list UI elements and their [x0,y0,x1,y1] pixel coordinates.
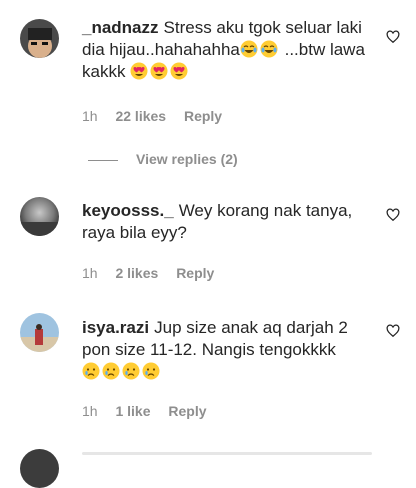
heart-eyes-emoji-icon [150,62,168,80]
comment-time: 1h [82,265,98,281]
tears-of-joy-emoji-icon [260,40,278,58]
heart-eyes-emoji-icon [170,62,188,80]
avatar[interactable] [20,313,59,352]
comment-text: keyoosss._ Wey korang nak tanya, raya bil… [82,200,372,244]
comment-username[interactable]: keyoosss._ [82,201,174,220]
comment-time: 1h [82,108,98,124]
comment-meta: 1h 2 likes Reply [82,265,228,281]
reply-button[interactable]: Reply [176,265,214,281]
crying-face-emoji-icon [82,362,100,380]
crying-face-emoji-icon [142,362,160,380]
reply-button[interactable]: Reply [168,403,206,419]
comment-meta: 1h 1 like Reply [82,403,221,419]
tears-of-joy-emoji-icon [240,40,258,58]
comment-time: 1h [82,403,98,419]
comment-username[interactable]: _nadnazz [82,18,159,37]
comment-text: _nadnazz Stress aku tgok seluar laki dia … [82,17,372,83]
avatar[interactable] [20,19,59,58]
avatar[interactable] [20,449,59,488]
avatar[interactable] [20,197,59,236]
divider [88,159,118,161]
crying-face-emoji-icon [122,362,140,380]
view-replies-button[interactable]: View replies (2) [88,151,238,167]
like-heart-icon[interactable] [386,30,400,44]
heart-eyes-emoji-icon [130,62,148,80]
comment-username[interactable]: isya.razi [82,318,149,337]
reply-button[interactable]: Reply [184,108,222,124]
crying-face-emoji-icon [102,362,120,380]
comment-text: isya.razi Jup size anak aq darjah 2 pon s… [82,317,372,383]
comment-meta: 1h 22 likes Reply [82,108,236,124]
next-comment-text-placeholder [82,452,372,455]
like-heart-icon[interactable] [386,208,400,222]
likes-count[interactable]: 2 likes [115,265,158,281]
likes-count[interactable]: 22 likes [115,108,166,124]
view-replies-label: View replies (2) [136,151,238,167]
like-heart-icon[interactable] [386,324,400,338]
likes-count[interactable]: 1 like [115,403,150,419]
